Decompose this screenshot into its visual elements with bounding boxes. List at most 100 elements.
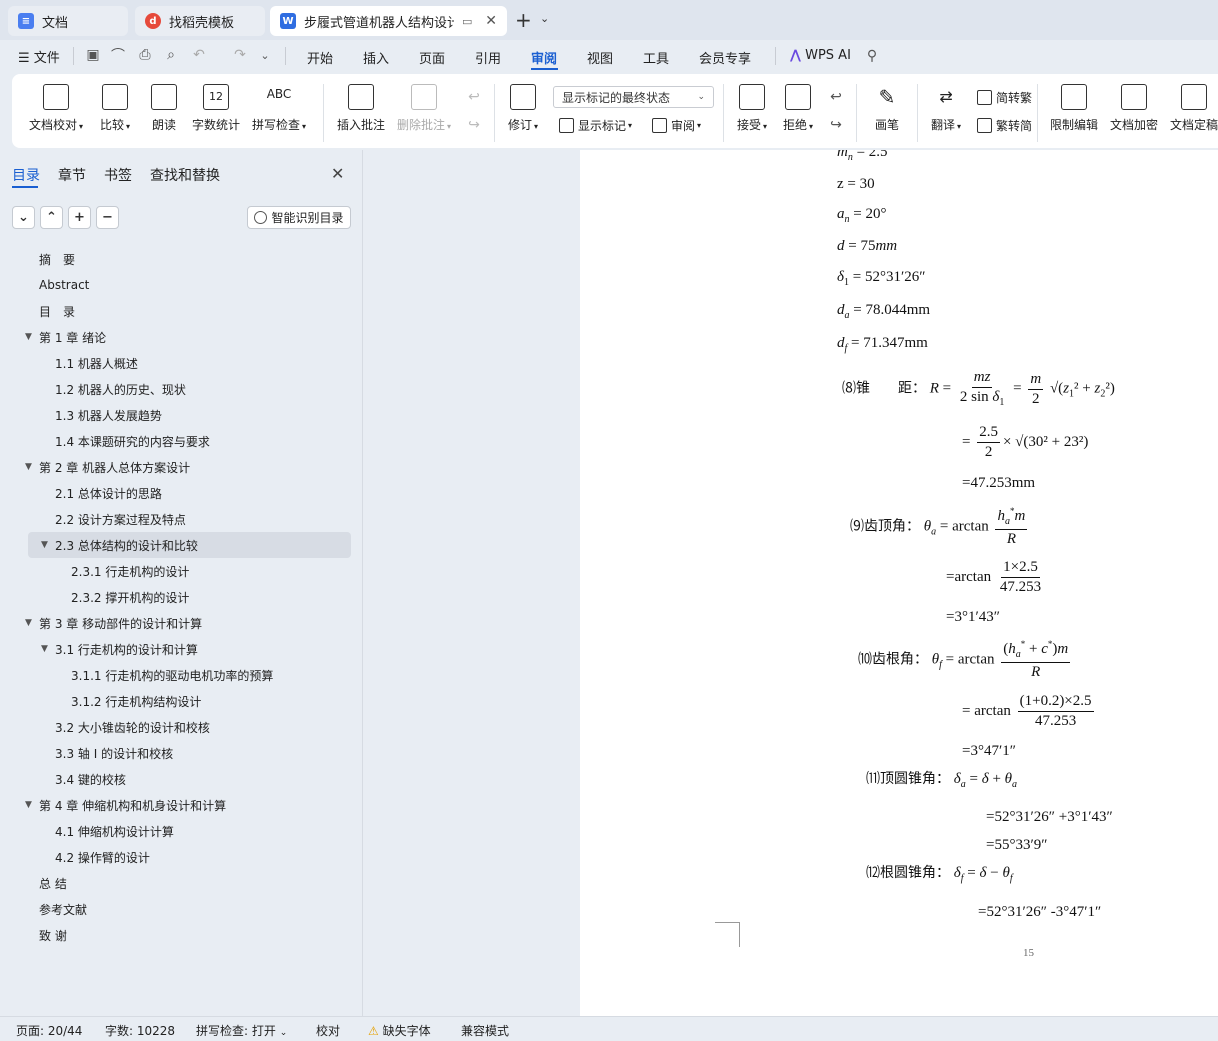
next-change-icon[interactable]: ↪ xyxy=(828,117,844,133)
toc-item[interactable]: 1.1 机器人概述 xyxy=(0,350,350,376)
toc-item[interactable]: 1.4 本课题研究的内容与要求 xyxy=(0,428,350,454)
status-missing-font[interactable]: ⚠ 缺失字体 xyxy=(368,1022,431,1039)
add-heading-button[interactable]: + xyxy=(68,206,91,229)
search-icon[interactable]: ⚲ xyxy=(864,48,880,64)
toc-item[interactable]: 参考文献 xyxy=(0,896,350,922)
redo-icon[interactable]: ↷ xyxy=(232,47,248,63)
read-aloud-button[interactable]: 朗读 xyxy=(151,84,177,133)
toc-item[interactable]: ▼ 3.1 行走机构的设计和计算 xyxy=(0,636,350,662)
collapse-caret-icon[interactable]: ▼ xyxy=(25,618,32,628)
toc-item[interactable]: 2.2 设计方案过程及特点 xyxy=(0,506,350,532)
collapse-caret-icon[interactable]: ▼ xyxy=(25,800,32,810)
tab-current-document[interactable]: W 步履式管道机器人结构设计 说 ▭ ✕ xyxy=(270,6,507,36)
compare-button[interactable]: 比较 ▾ xyxy=(100,84,130,133)
toc-item[interactable]: 2.1 总体设计的思路 xyxy=(0,480,350,506)
collapse-caret-icon[interactable]: ▼ xyxy=(41,540,48,550)
menu-start[interactable]: 开始 xyxy=(307,48,333,67)
toc-item[interactable]: ▼ 第 4 章 伸缩机构和机身设计和计算 xyxy=(0,792,350,818)
word-count-button[interactable]: 12 字数统计 xyxy=(192,84,240,133)
menu-page[interactable]: 页面 xyxy=(419,48,445,67)
track-changes-button[interactable]: 修订 ▾ xyxy=(508,84,538,133)
spell-check-button[interactable]: ABC 拼写检查 ▾ xyxy=(252,84,306,133)
menu-membership[interactable]: 会员专享 xyxy=(699,48,751,67)
to-simplified-button[interactable]: 繁转简 xyxy=(977,117,1032,134)
toc-item[interactable]: 3.1.2 行走机构结构设计 xyxy=(0,688,350,714)
wps-ai-button[interactable]: ⋀ WPS AI xyxy=(790,48,851,63)
nav-tab-bookmarks[interactable]: 书签 xyxy=(104,165,132,185)
smart-toc-button[interactable]: 智能识别目录 xyxy=(247,206,351,229)
collapse-caret-icon[interactable]: ▼ xyxy=(25,462,32,472)
toc-item[interactable]: Abstract xyxy=(0,272,350,298)
tab-label: 文档 xyxy=(42,15,69,31)
toc-item[interactable]: 致 谢 xyxy=(0,922,350,948)
toc-item[interactable]: 2.3.1 行走机构的设计 xyxy=(0,558,350,584)
toc-item[interactable]: 1.2 机器人的历史、现状 xyxy=(0,376,350,402)
next-comment-icon[interactable]: ↪ xyxy=(466,117,482,133)
accept-button[interactable]: 接受 ▾ xyxy=(737,84,767,133)
undo-icon[interactable]: ↶ xyxy=(191,47,207,63)
previous-change-icon[interactable]: ↩ xyxy=(828,89,844,105)
status-proofread[interactable]: 校对 xyxy=(316,1022,340,1039)
to-traditional-button[interactable]: 简转繁 xyxy=(977,89,1032,106)
proofread-button[interactable]: 文档校对 ▾ xyxy=(29,84,83,133)
menu-view[interactable]: 视图 xyxy=(587,48,613,67)
toc-item[interactable]: ▼ 第 3 章 移动部件的设计和计算 xyxy=(0,610,350,636)
remove-heading-button[interactable]: − xyxy=(96,206,119,229)
nav-tab-toc[interactable]: 目录 xyxy=(12,165,40,185)
menu-references[interactable]: 引用 xyxy=(475,48,501,67)
toc-item[interactable]: 3.1.1 行走机构的驱动电机功率的预算 xyxy=(0,662,350,688)
status-page[interactable]: 页面: 20/44 xyxy=(16,1022,82,1039)
expand-all-button[interactable]: ⌄ xyxy=(12,206,35,229)
toc-item[interactable]: 总 结 xyxy=(0,870,350,896)
collapse-all-button[interactable]: ⌃ xyxy=(40,206,63,229)
toc-item[interactable]: 1.3 机器人发展趋势 xyxy=(0,402,350,428)
print-icon[interactable]: ⎙ xyxy=(137,47,153,63)
nav-tab-find-replace[interactable]: 查找和替换 xyxy=(150,165,220,185)
collapse-caret-icon[interactable]: ▼ xyxy=(25,332,32,342)
chevron-down-icon[interactable]: ⌄ xyxy=(257,47,273,63)
new-tab-icon[interactable]: + xyxy=(515,8,532,32)
pen-button[interactable]: ✎ 画笔 xyxy=(874,84,900,133)
encrypt-button[interactable]: 文档加密 xyxy=(1110,84,1158,133)
tab-docs[interactable]: ≡ 文档 xyxy=(8,6,128,36)
previous-comment-icon[interactable]: ↩ xyxy=(466,89,482,105)
toc-item[interactable]: 目 录 xyxy=(0,298,350,324)
insert-comment-button[interactable]: 插入批注 xyxy=(337,84,385,133)
close-icon[interactable]: ✕ xyxy=(485,13,497,29)
finalize-button[interactable]: 文档定稿 xyxy=(1170,84,1218,133)
toc-item[interactable]: 3.4 键的校核 xyxy=(0,766,350,792)
tab-docer[interactable]: d 找稻壳模板 xyxy=(135,6,265,36)
menu-file[interactable]: ☰ 文件 xyxy=(18,47,60,66)
reject-button[interactable]: 拒绝 ▾ xyxy=(783,84,813,133)
chevron-down-icon[interactable]: ⌄ xyxy=(540,12,549,25)
delete-comment-button[interactable]: 删除批注 ▾ xyxy=(397,84,451,133)
close-icon[interactable]: ✕ xyxy=(331,164,344,183)
formula-tip-angle: ⑼齿顶角： θa = arctan ha*m R xyxy=(850,506,1028,547)
nav-tab-sections[interactable]: 章节 xyxy=(58,165,86,185)
toc-item[interactable]: 3.3 轴 I 的设计和校核 xyxy=(0,740,350,766)
collapse-caret-icon[interactable]: ▼ xyxy=(41,644,48,654)
format-painter-icon[interactable]: ⌒ xyxy=(110,47,126,64)
toc-item-label: 摘 要 xyxy=(39,252,76,267)
review-pane-button[interactable]: 审阅 ▾ xyxy=(652,117,701,134)
save-icon[interactable]: ▣ xyxy=(85,47,101,63)
translate-button[interactable]: ⇄ 翻译 ▾ xyxy=(931,84,961,133)
status-spell-check[interactable]: 拼写检查: 打开 ⌄ xyxy=(196,1022,287,1039)
toc-item[interactable]: ▼ 第 2 章 机器人总体方案设计 xyxy=(0,454,350,480)
toc-item[interactable]: ▼ 第 1 章 绪论 xyxy=(0,324,350,350)
show-markup-button[interactable]: 显示标记 ▾ xyxy=(559,117,632,134)
accept-icon xyxy=(739,84,766,110)
toc-item[interactable]: 2.3.2 撑开机构的设计 xyxy=(0,584,350,610)
toc-item[interactable]: 3.2 大小锥齿轮的设计和校核 xyxy=(0,714,350,740)
toc-item[interactable]: 4.2 操作臂的设计 xyxy=(0,844,350,870)
toc-item[interactable]: 4.1 伸缩机构设计计算 xyxy=(0,818,350,844)
toc-item[interactable]: 摘 要 xyxy=(0,246,350,272)
restrict-edit-button[interactable]: 限制编辑 xyxy=(1050,84,1098,133)
toc-item[interactable]: ▼ 2.3 总体结构的设计和比较 xyxy=(28,532,351,558)
menu-insert[interactable]: 插入 xyxy=(363,48,389,67)
menu-review[interactable]: 审阅 xyxy=(531,48,557,67)
menu-tools[interactable]: 工具 xyxy=(643,48,669,67)
status-word-count[interactable]: 字数: 10228 xyxy=(105,1022,175,1039)
print-preview-icon[interactable]: ⌕ xyxy=(163,47,179,63)
markup-state-select[interactable]: 显示标记的最终状态 ⌄ xyxy=(553,86,714,108)
